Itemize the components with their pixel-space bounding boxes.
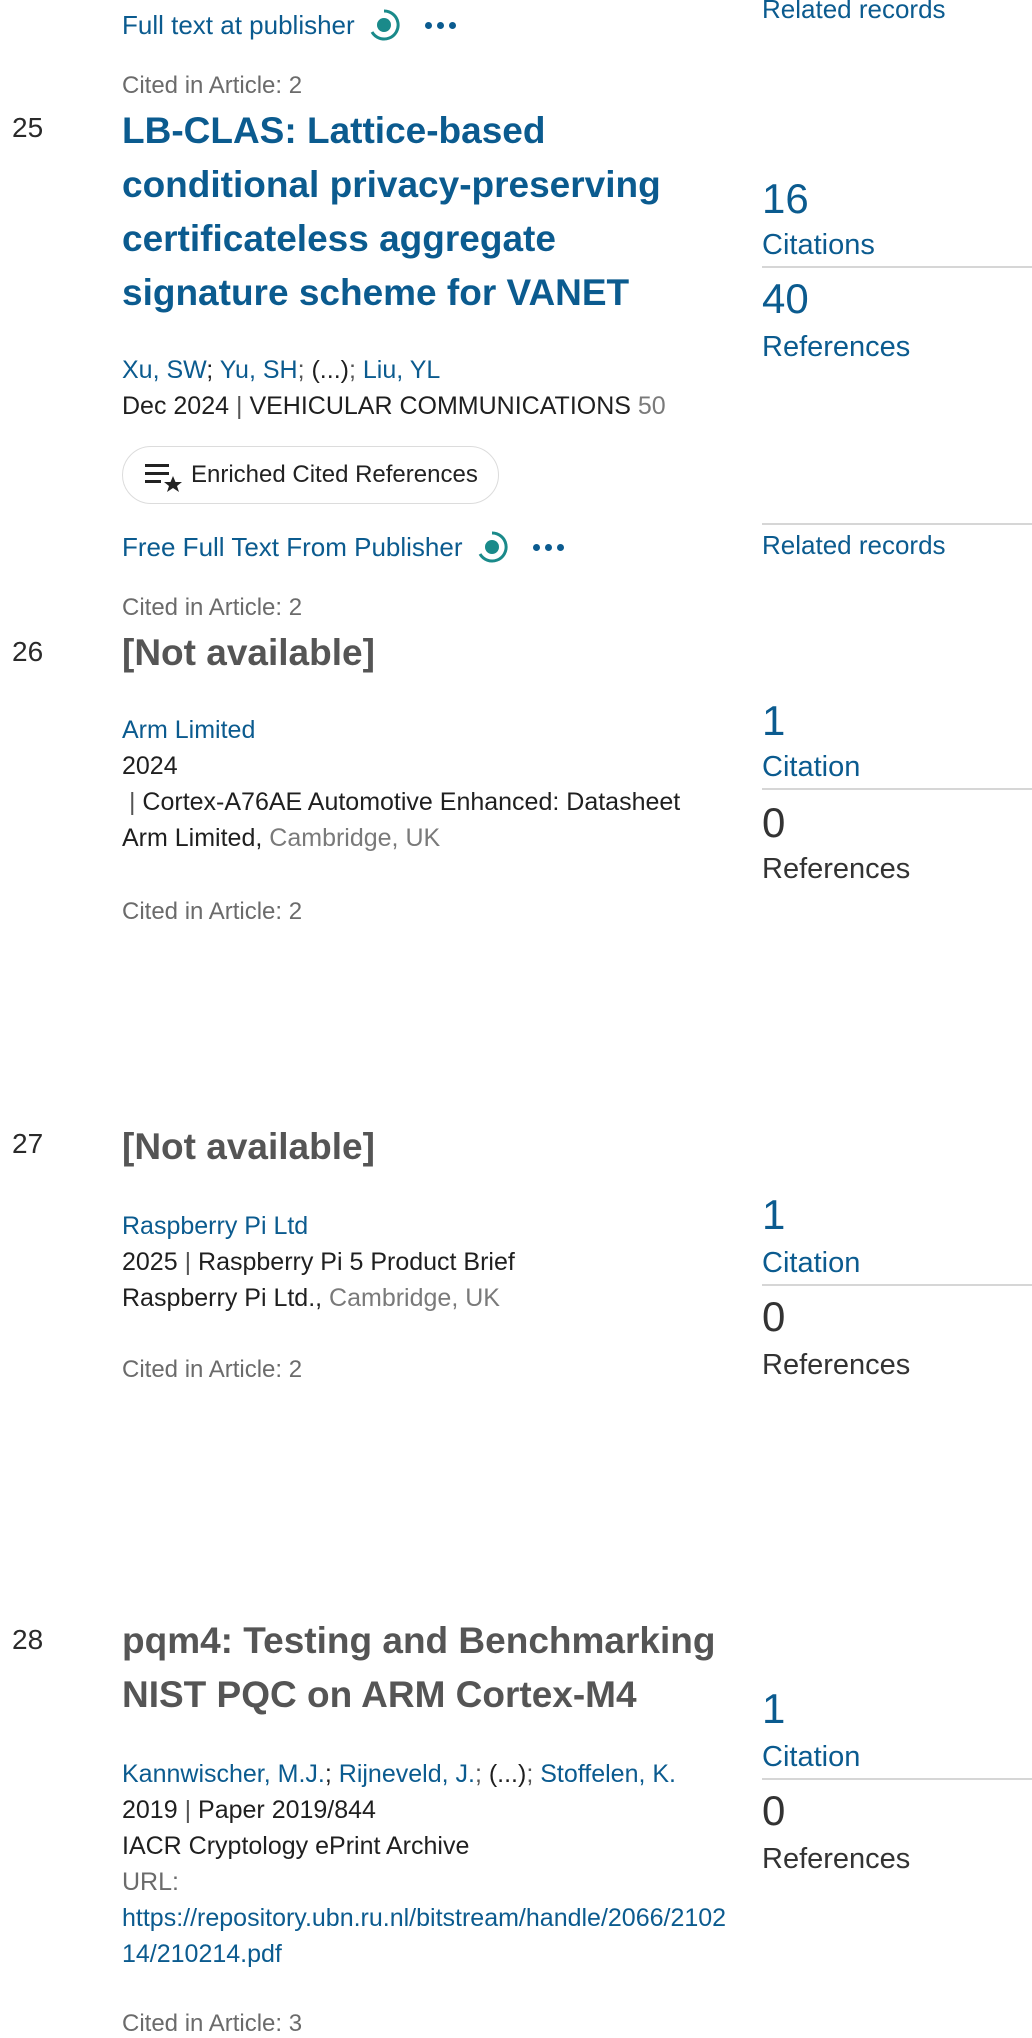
- publication-year: 2019: [122, 1796, 178, 1824]
- url-label: URL:: [122, 1868, 179, 1896]
- cited-in-article: Cited in Article: 2: [122, 1356, 303, 1383]
- cited-in-article: Cited in Article: 2: [122, 898, 303, 925]
- record-title: [Not available]: [122, 1126, 375, 1167]
- open-access-icon: [478, 531, 508, 563]
- citations-label[interactable]: Citations: [762, 226, 875, 264]
- record-title: [Not available]: [122, 632, 375, 673]
- record-index: 26: [12, 636, 44, 667]
- record-index: 27: [12, 1128, 44, 1159]
- publication-year: 2025: [122, 1248, 178, 1276]
- citations-label[interactable]: Citation: [762, 1244, 860, 1282]
- location: Cambridge, UK: [329, 1284, 500, 1312]
- venue: IACR Cryptology ePrint Archive: [122, 1832, 470, 1860]
- author-link[interactable]: Rijneveld, J.: [339, 1760, 475, 1788]
- references-count: 0: [762, 1787, 786, 1834]
- enriched-cited-references-button[interactable]: Enriched Cited References: [122, 446, 499, 504]
- record-index: 25: [12, 112, 44, 143]
- location: Cambridge, UK: [269, 824, 441, 852]
- enriched-label: Enriched Cited References: [191, 461, 478, 488]
- document-title: Cortex-A76AE Automotive Enhanced: Datash…: [142, 788, 681, 816]
- author-link[interactable]: Yu, SH: [220, 356, 298, 384]
- divider: [762, 1778, 1032, 1780]
- citations-count[interactable]: 1: [762, 1686, 785, 1732]
- enriched-references-icon: [145, 464, 182, 492]
- citations-label[interactable]: Citation: [762, 1738, 860, 1776]
- authors-line: Xu, SW; Yu, SH; (...); Liu, YL: [122, 356, 441, 384]
- publication-year: 2024: [122, 752, 178, 780]
- document-title: Raspberry Pi 5 Product Brief: [198, 1248, 515, 1276]
- cited-in-article: Cited in Article: 2: [122, 594, 303, 621]
- open-access-icon: [370, 9, 400, 41]
- cited-in-article: Cited in Article: 3: [122, 2010, 303, 2037]
- divider: [762, 523, 1032, 525]
- authors-line: Kannwischer, M.J.; Rijneveld, J.; (...);…: [122, 1760, 676, 1788]
- authors-ellipsis[interactable]: (...): [489, 1760, 527, 1788]
- full-text-publisher-link[interactable]: Full text at publisher: [122, 8, 456, 42]
- citations-count[interactable]: 1: [762, 698, 785, 744]
- citations-count[interactable]: 16: [762, 176, 809, 222]
- publication-line: Dec 2024 | VEHICULAR COMMUNICATIONS 50: [122, 392, 666, 420]
- author-link[interactable]: Arm Limited: [122, 712, 255, 748]
- author-link[interactable]: Raspberry Pi Ltd: [122, 1208, 308, 1244]
- divider: [762, 788, 1032, 790]
- citations-label[interactable]: Citation: [762, 748, 860, 786]
- author-link[interactable]: Stoffelen, K.: [540, 1760, 676, 1788]
- url-link[interactable]: https://repository.ubn.ru.nl/bitstream/h…: [122, 1900, 732, 1972]
- authors-ellipsis[interactable]: (...): [311, 356, 349, 384]
- citations-count[interactable]: 1: [762, 1192, 785, 1238]
- references-label: References: [762, 1843, 911, 1875]
- references-count[interactable]: 40: [762, 276, 809, 322]
- author-link[interactable]: Liu, YL: [363, 356, 440, 384]
- author-link[interactable]: Xu, SW: [122, 356, 206, 384]
- publication-date: Dec 2024: [122, 392, 230, 420]
- record-title: pqm4: Testing and Benchmarking NIST PQC …: [122, 1620, 716, 1715]
- references-label: References: [762, 853, 911, 885]
- full-text-label[interactable]: Full text at publisher: [122, 10, 355, 41]
- references-count: 0: [762, 1293, 786, 1340]
- publication-line: 2019 | Paper 2019/844: [122, 1796, 376, 1824]
- related-records-link[interactable]: Related records: [762, 0, 946, 25]
- divider: [762, 266, 1032, 268]
- record-index: 28: [12, 1624, 44, 1655]
- related-records-link[interactable]: Related records: [762, 530, 946, 561]
- volume: 50: [637, 392, 666, 420]
- publication-line: 2025 | Raspberry Pi 5 Product Brief Rasp…: [122, 1248, 515, 1312]
- references-count: 0: [762, 799, 786, 846]
- more-options-icon[interactable]: [532, 543, 564, 551]
- more-options-icon[interactable]: [424, 21, 456, 29]
- divider: [762, 1284, 1032, 1286]
- references-label: References: [762, 1349, 911, 1381]
- author-link[interactable]: Kannwischer, M.J.: [122, 1760, 325, 1788]
- publication-line: | Cortex-A76AE Automotive Enhanced: Data…: [122, 788, 681, 852]
- publisher: Arm Limited: [122, 824, 256, 852]
- paper-number: Paper 2019/844: [198, 1796, 376, 1824]
- journal-name: VEHICULAR COMMUNICATIONS: [249, 392, 631, 420]
- free-full-text-link[interactable]: Free Full Text From Publisher: [122, 530, 564, 564]
- free-full-text-label[interactable]: Free Full Text From Publisher: [122, 532, 463, 563]
- publisher: Raspberry Pi Ltd.: [122, 1284, 316, 1312]
- record-title-link[interactable]: LB-CLAS: Lattice-based conditional priva…: [122, 104, 732, 320]
- references-label[interactable]: References: [762, 328, 910, 366]
- cited-in-article: Cited in Article: 2: [122, 72, 303, 99]
